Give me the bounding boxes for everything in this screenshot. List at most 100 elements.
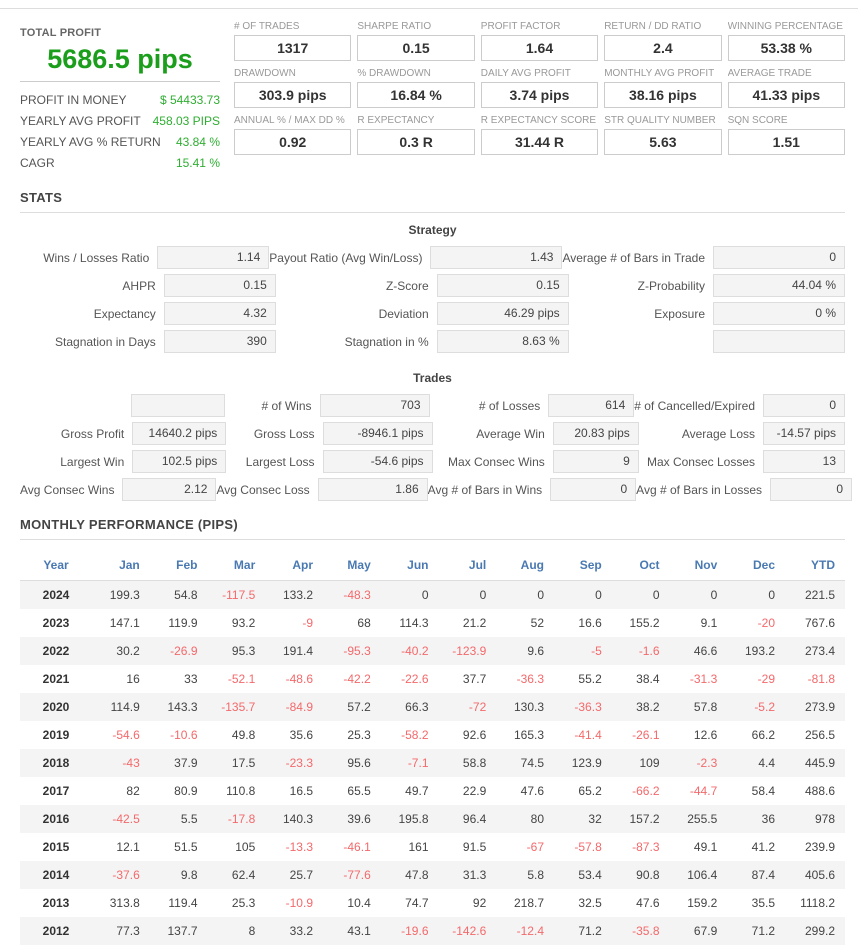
- month-value-cell: 62.4: [207, 861, 266, 889]
- stat-label: Avg Consec Loss: [216, 482, 310, 497]
- monthly-header-cell: Dec: [727, 550, 785, 581]
- monthly-performance-section: Year Jan Feb Mar Apr May Jun Jul Aug Sep Oct Nov Dec…: [20, 550, 845, 945]
- stat-row: Largest Win 102.5 pips Largest Loss -54.6 p…: [20, 450, 845, 473]
- monthly-header-cell: Jun: [380, 550, 439, 581]
- stat-group: Payout Ratio (Avg Win/Loss) 1.43: [269, 246, 563, 269]
- month-value-cell: -12.4: [496, 917, 554, 945]
- metric-cell: AVERAGE TRADE 41.33 pips: [727, 68, 845, 108]
- month-value-cell: 16.5: [289, 784, 313, 798]
- month-value-cell: 55.2: [578, 672, 602, 686]
- month-value-cell: -42.2: [343, 672, 371, 686]
- summary-rows: PROFIT IN MONEY $ 54433.73 YEARLY AVG PROF…: [20, 90, 220, 174]
- month-value-cell: -41.4: [574, 728, 602, 742]
- monthly-header-cell: Mar: [207, 550, 266, 581]
- month-value-cell: 39.6: [323, 805, 381, 833]
- stat-label: Deviation: [378, 306, 429, 321]
- metric-label: % DRAWDOWN: [357, 68, 431, 79]
- stat-group: Stagnation in % 8.63 %: [276, 330, 569, 353]
- year-cell: 2014: [20, 861, 92, 889]
- monthly-row: 2024 199.3 54.8 -117.5 133.2 -48.3 0 0 0 0 0 0 0 221.…: [20, 580, 845, 609]
- stat-value-box: 0.15: [163, 274, 276, 297]
- month-value-cell: 33: [184, 672, 198, 686]
- month-value-cell: 0: [380, 580, 439, 609]
- month-value-cell: 49.7: [405, 784, 429, 798]
- month-value-cell: 405.6: [785, 861, 845, 889]
- month-value-cell: 47.6: [636, 896, 660, 910]
- month-value-cell: 299.2: [785, 917, 845, 945]
- metric-label: WINNING PERCENTAGE: [727, 21, 843, 32]
- month-value-cell: 32.5: [578, 896, 602, 910]
- metric-cell: SHARPE RATIO 0.15: [357, 21, 475, 61]
- monthly-row: 2018 -43 37.9 17.5 -23.3 95.6 -7.1 58.8 74.5 123.…: [20, 749, 845, 777]
- profit-summary-panel: TOTAL PROFIT 5686.5 pips PROFIT IN MONEY…: [20, 21, 234, 174]
- month-value-cell: -9: [302, 616, 313, 630]
- month-value-cell: 0: [554, 580, 612, 609]
- year-cell: 2012: [20, 917, 92, 945]
- month-value-cell: 35.6: [289, 728, 313, 742]
- month-value-cell: -22.6: [401, 672, 429, 686]
- month-value-cell: -52.1: [227, 672, 256, 686]
- stat-group: Avg # of Bars in Losses 0: [636, 478, 853, 501]
- summary-row-label: YEARLY AVG % RETURN: [20, 135, 161, 149]
- month-value-cell: -37.6: [92, 861, 150, 889]
- month-value-cell: -36.3: [554, 693, 612, 721]
- month-value-cell: 66.3: [380, 693, 439, 721]
- metric-label: DRAWDOWN: [234, 68, 296, 79]
- metric-cell: % DRAWDOWN 16.84 %: [357, 68, 475, 108]
- stat-row: Avg Consec Wins 2.12 Avg Consec Loss 1.86 Av…: [20, 478, 853, 501]
- monthly-performance-table: Year Jan Feb Mar Apr May Jun Jul Aug Sep Oct Nov Dec…: [20, 550, 845, 945]
- stat-group: Gross Loss -8946.1 pips: [226, 422, 433, 445]
- month-value-cell: -142.6: [438, 917, 497, 945]
- month-value-cell: 12.6: [693, 728, 718, 742]
- metric-label: SQN SCORE: [727, 115, 788, 126]
- month-value-cell: -19.6: [380, 917, 439, 945]
- stat-row: Gross Profit 14640.2 pips Gross Loss -8946.…: [20, 422, 845, 445]
- monthly-header-cell: Sep: [554, 550, 612, 581]
- month-value-cell: 16: [126, 672, 140, 686]
- stat-group: Deviation 46.29 pips: [276, 302, 569, 325]
- metric-value-box: 16.84 %: [357, 82, 475, 108]
- stat-group: # of Cancelled/Expired 0: [634, 394, 845, 417]
- stat-label: # of Wins: [261, 398, 312, 413]
- stat-group: # of Losses 614: [430, 394, 635, 417]
- month-value-cell: 53.4: [554, 861, 612, 889]
- month-value-cell: 74.7: [405, 896, 429, 910]
- strategy-table: Wins / Losses Ratio 1.14 Payout Ratio (Avg…: [20, 246, 845, 353]
- stat-label: Max Consec Wins: [448, 454, 545, 469]
- year-cell: 2017: [42, 784, 70, 798]
- stat-group: Average Win 20.83 pips: [433, 422, 639, 445]
- metric-label: STR QUALITY NUMBER: [604, 115, 716, 126]
- month-value-cell: 106.4: [669, 861, 728, 889]
- month-value-cell: 57.2: [323, 693, 381, 721]
- month-value-cell: 91.5: [462, 840, 487, 854]
- stat-label: Stagnation in Days: [55, 334, 156, 349]
- month-value-cell: 123.9: [554, 749, 612, 777]
- month-value-cell: -87.3: [632, 840, 660, 854]
- monthly-header-cell: Feb: [149, 550, 208, 581]
- metric-value-box: 2.4: [604, 35, 722, 61]
- metric-cell: STR QUALITY NUMBER 5.63: [604, 115, 722, 155]
- year-cell: 2024: [20, 580, 92, 609]
- top-gap: [0, 0, 858, 8]
- metric-value-box: 1317: [234, 35, 352, 61]
- stat-value-box: 1.43: [430, 246, 563, 269]
- metric-cell: ANNUAL % / MAX DD % 0.92: [234, 115, 352, 155]
- month-value-cell: 47.6: [520, 784, 544, 798]
- month-value-cell: -44.7: [689, 784, 718, 798]
- stat-label: Average # of Bars in Trade: [562, 250, 705, 265]
- trades-table: # of Wins 703 # of Losses 614 # of Cancelled…: [20, 394, 853, 501]
- stat-group: Largest Win 102.5 pips: [20, 450, 227, 473]
- stat-group: Expectancy 4.32: [20, 302, 276, 325]
- month-value-cell: -67: [526, 840, 544, 854]
- month-value-cell: -40.2: [380, 637, 439, 665]
- month-value-cell: 165.3: [513, 728, 544, 742]
- month-value-cell: 218.7: [513, 896, 544, 910]
- monthly-row: 2014 -37.6 9.8 62.4 25.7 -77.6 47.8 31.3 5.8 53.4…: [20, 861, 845, 889]
- month-value-cell: 74.5: [496, 749, 554, 777]
- year-cell: 2020: [20, 693, 92, 721]
- summary-row: YEARLY AVG PROFIT 458.03 PIPS: [20, 111, 220, 132]
- metric-label: ANNUAL % / MAX DD %: [234, 115, 345, 126]
- stat-value-box: 614: [548, 394, 635, 417]
- month-value-cell: 71.2: [554, 917, 612, 945]
- metric-value-box: 31.44 R: [480, 129, 599, 155]
